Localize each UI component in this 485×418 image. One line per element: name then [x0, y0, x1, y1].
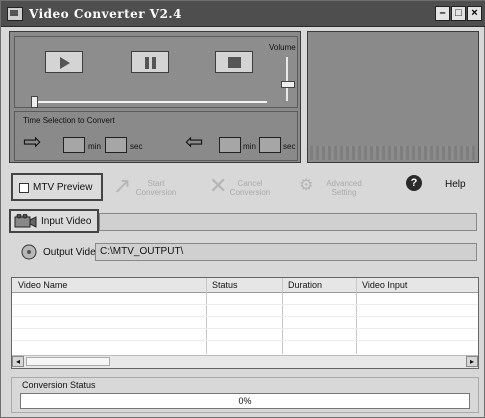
- film-icon: [14, 214, 37, 228]
- progress-text: 0%: [238, 396, 252, 406]
- start-sec-input[interactable]: [105, 137, 127, 153]
- end-sec-unit: sec: [283, 142, 296, 151]
- column-video-name[interactable]: Video Name: [18, 280, 67, 290]
- player-panel: Volume Time Selection to Convert ⇨ min s…: [9, 31, 301, 163]
- window-title: Video Converter V2.4: [29, 7, 182, 21]
- cancel-conversion-button[interactable]: Cancel Conversion: [225, 179, 275, 197]
- output-video-icon: [21, 244, 37, 260]
- advanced-setting-icon[interactable]: ⚙: [299, 175, 313, 195]
- time-selection-label: Time Selection to Convert: [23, 116, 115, 125]
- app-icon: [7, 7, 23, 21]
- checkbox-box[interactable]: [19, 183, 29, 193]
- pause-icon: [145, 57, 149, 69]
- seek-slider-thumb[interactable]: [31, 96, 38, 108]
- play-icon: [60, 57, 70, 69]
- help-icon[interactable]: ?: [406, 175, 422, 191]
- toolbar: MTV Preview ↗ Start Conversion ✕ Cancel …: [9, 171, 479, 205]
- stop-button[interactable]: [215, 51, 253, 73]
- output-video-path: C:\MTV_OUTPUT\: [100, 246, 184, 257]
- start-arrow-icon: ⇨: [23, 130, 42, 155]
- horizontal-scrollbar[interactable]: ◂ ▸: [12, 355, 478, 368]
- volume-slider-thumb[interactable]: [281, 81, 295, 88]
- advanced-setting-button[interactable]: Advanced Setting: [319, 179, 369, 197]
- table-row[interactable]: [12, 304, 478, 305]
- start-min-input[interactable]: [63, 137, 85, 153]
- video-preview: [307, 31, 479, 163]
- playback-controls: Volume: [14, 36, 298, 108]
- table-row[interactable]: [12, 328, 478, 329]
- minimize-button[interactable]: –: [435, 6, 450, 21]
- mtv-preview-label: MTV Preview: [33, 182, 93, 193]
- start-conversion-icon[interactable]: ↗: [113, 173, 131, 199]
- seek-slider[interactable]: [35, 101, 267, 103]
- time-selection: Time Selection to Convert ⇨ min sec ⇦ mi…: [14, 111, 298, 161]
- start-sec-unit: sec: [130, 142, 143, 151]
- volume-label: Volume: [269, 43, 296, 52]
- app-window: Video Converter V2.4 – □ × Volume Time S…: [0, 0, 485, 418]
- pause-button[interactable]: [131, 51, 169, 73]
- output-video-label: Output Video: [43, 247, 102, 258]
- start-conversion-button[interactable]: Start Conversion: [131, 179, 181, 197]
- column-duration[interactable]: Duration: [288, 280, 322, 290]
- column-status[interactable]: Status: [212, 280, 238, 290]
- conversion-progress-bar: 0%: [20, 393, 470, 409]
- video-table: Video Name Status Duration Video Input ◂…: [11, 277, 479, 369]
- input-video-button[interactable]: Input Video: [9, 209, 99, 233]
- volume-slider[interactable]: [286, 57, 288, 101]
- table-header: Video Name Status Duration Video Input: [12, 278, 478, 293]
- scrollbar-thumb[interactable]: [26, 357, 110, 366]
- start-min-unit: min: [88, 142, 101, 151]
- title-bar[interactable]: Video Converter V2.4 – □ ×: [1, 1, 485, 27]
- end-sec-input[interactable]: [259, 137, 281, 153]
- play-button[interactable]: [45, 51, 83, 73]
- scroll-left-icon[interactable]: ◂: [12, 356, 24, 367]
- end-min-input[interactable]: [219, 137, 241, 153]
- scroll-right-icon[interactable]: ▸: [466, 356, 478, 367]
- end-arrow-icon: ⇦: [185, 130, 204, 155]
- maximize-button[interactable]: □: [451, 6, 466, 21]
- input-video-label: Input Video: [41, 216, 92, 227]
- end-min-unit: min: [243, 142, 256, 151]
- conversion-status-group: Conversion Status 0%: [11, 377, 479, 413]
- stop-icon: [228, 57, 241, 68]
- column-video-input[interactable]: Video Input: [362, 280, 407, 290]
- table-row[interactable]: [12, 340, 478, 341]
- close-button[interactable]: ×: [467, 6, 482, 21]
- help-button[interactable]: Help: [445, 179, 466, 190]
- conversion-status-label: Conversion Status: [22, 380, 96, 390]
- output-video-field[interactable]: C:\MTV_OUTPUT\: [95, 243, 477, 261]
- table-row[interactable]: [12, 316, 478, 317]
- input-video-field[interactable]: [99, 213, 477, 231]
- mtv-preview-checkbox[interactable]: MTV Preview: [11, 173, 103, 201]
